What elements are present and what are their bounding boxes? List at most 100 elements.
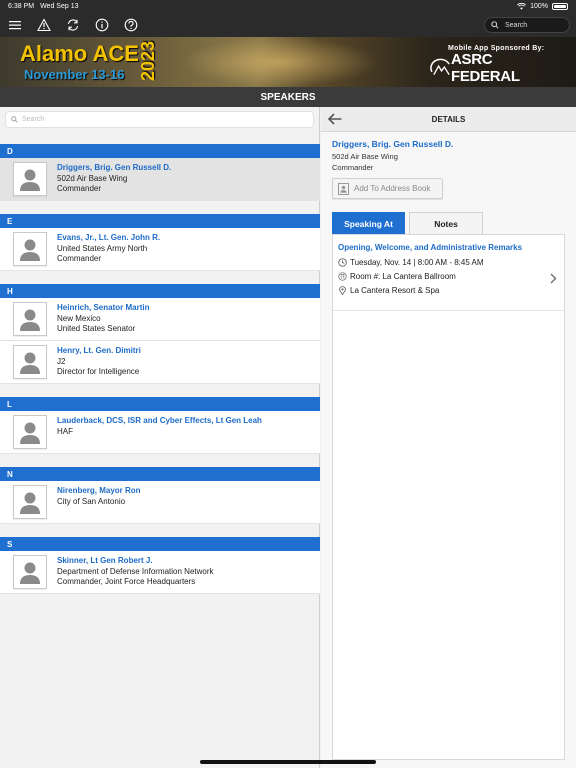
battery-percent: 100% bbox=[530, 3, 548, 10]
person-placeholder-icon bbox=[20, 169, 40, 191]
speaker-name: Heinrich, Senator Martin bbox=[57, 303, 150, 312]
global-search-placeholder: Search bbox=[505, 21, 528, 29]
avatar bbox=[13, 485, 47, 519]
person-placeholder-icon bbox=[20, 492, 40, 514]
status-bar: 6:38 PM Wed Sep 13 100% bbox=[0, 0, 576, 13]
back-arrow-icon[interactable] bbox=[327, 112, 343, 126]
speaker-row[interactable]: Henry, Lt. Gen. Dimitri J2 Director for … bbox=[0, 341, 320, 384]
details-panel: DETAILS Driggers, Brig. Gen Russell D. 5… bbox=[321, 107, 576, 768]
speaker-title: Commander bbox=[57, 254, 102, 263]
menu-button[interactable] bbox=[6, 16, 24, 34]
speaker-name: Henry, Lt. Gen. Dimitri bbox=[57, 346, 141, 355]
speaker-row[interactable]: Heinrich, Senator Martin New Mexico Unit… bbox=[0, 298, 320, 341]
speaker-search-input[interactable]: Search bbox=[5, 111, 314, 128]
avatar bbox=[13, 555, 47, 589]
alerts-button[interactable] bbox=[35, 16, 53, 34]
speaker-row[interactable]: Nirenberg, Mayor Ron City of San Antonio bbox=[0, 481, 320, 524]
session-time: Tuesday, Nov. 14 | 8:00 AM - 8:45 AM bbox=[350, 257, 484, 267]
section-letter-e: E bbox=[0, 214, 320, 228]
app-root: 6:38 PM Wed Sep 13 100% Search Alamo ACE… bbox=[0, 0, 576, 768]
speaker-title: Director for Intelligence bbox=[57, 367, 140, 376]
warning-icon bbox=[37, 18, 51, 32]
person-placeholder-icon bbox=[20, 309, 40, 331]
speaker-org: 502d Air Base Wing bbox=[57, 173, 128, 183]
search-icon bbox=[491, 21, 499, 29]
speaker-org: New Mexico bbox=[57, 313, 101, 323]
speaker-name: Nirenberg, Mayor Ron bbox=[57, 486, 141, 495]
speaker-org: Department of Defense Information Networ… bbox=[57, 566, 214, 576]
avatar bbox=[13, 162, 47, 196]
avatar bbox=[13, 232, 47, 266]
speaker-org: City of San Antonio bbox=[57, 496, 126, 506]
speaker-row[interactable]: Evans, Jr., Lt. Gen. John R. United Stat… bbox=[0, 228, 320, 271]
global-search-input[interactable]: Search bbox=[484, 17, 570, 33]
speaker-name: Driggers, Brig. Gen Russell D. bbox=[57, 163, 172, 172]
section-letter-h: H bbox=[0, 284, 320, 298]
sessions-list: Opening, Welcome, and Administrative Rem… bbox=[332, 234, 565, 760]
session-title: Opening, Welcome, and Administrative Rem… bbox=[338, 243, 523, 252]
list-search-area: Search bbox=[0, 107, 319, 133]
session-row[interactable]: Opening, Welcome, and Administrative Rem… bbox=[333, 235, 564, 311]
speaker-name: Evans, Jr., Lt. Gen. John R. bbox=[57, 233, 161, 242]
avatar bbox=[13, 302, 47, 336]
details-title: DETAILS bbox=[431, 114, 466, 124]
person-placeholder-icon bbox=[20, 562, 40, 584]
location-pin-icon bbox=[339, 285, 346, 295]
banner-dates: November 13-16 bbox=[24, 67, 125, 82]
speaker-row[interactable]: Skinner, Lt Gen Robert J. Department of … bbox=[0, 551, 320, 594]
details-tabs: Speaking At Notes bbox=[332, 212, 483, 234]
wifi-icon bbox=[517, 3, 527, 10]
hamburger-icon bbox=[9, 21, 21, 30]
section-letter-l: L bbox=[0, 397, 320, 411]
detail-speaker-role: Commander bbox=[332, 163, 374, 172]
status-date: Wed Sep 13 bbox=[40, 3, 79, 10]
speakers-list: D Driggers, Brig. Gen Russell D. 502d Ai… bbox=[0, 144, 320, 594]
tab-speaking-at[interactable]: Speaking At bbox=[332, 212, 405, 234]
sync-button[interactable] bbox=[64, 16, 82, 34]
asrc-logo-icon bbox=[430, 58, 450, 76]
search-icon bbox=[11, 116, 18, 123]
session-room: Room #: La Cantera Ballroom bbox=[350, 271, 456, 281]
speaker-row[interactable]: Lauderback, DCS, ISR and Cyber Effects, … bbox=[0, 411, 320, 454]
person-placeholder-icon bbox=[20, 239, 40, 261]
speaker-title: United States Senator bbox=[57, 324, 136, 333]
sync-icon bbox=[67, 19, 79, 31]
sponsor-name: ASRC FEDERAL bbox=[450, 51, 520, 85]
sponsor-logo: ASRC FEDERAL bbox=[430, 51, 560, 85]
section-letter-d: D bbox=[0, 144, 320, 158]
status-time: 6:38 PM bbox=[8, 3, 35, 10]
speaker-name: Lauderback, DCS, ISR and Cyber Effects, … bbox=[57, 416, 262, 425]
banner-year: 2023 bbox=[138, 40, 158, 81]
clock-icon bbox=[338, 257, 347, 267]
person-placeholder-icon bbox=[20, 352, 40, 374]
speaker-search-placeholder: Search bbox=[22, 116, 45, 123]
room-icon bbox=[338, 271, 347, 281]
section-letter-s: S bbox=[0, 537, 320, 551]
speaker-title: Commander, Joint Force Headquarters bbox=[57, 577, 196, 586]
speaker-title: Commander bbox=[57, 184, 102, 193]
info-button[interactable] bbox=[93, 16, 111, 34]
person-placeholder-icon bbox=[20, 422, 40, 444]
page-title: SPEAKERS bbox=[0, 87, 576, 107]
top-toolbar: Search bbox=[0, 13, 576, 37]
help-icon bbox=[124, 18, 138, 32]
detail-speaker-org: 502d Air Base Wing bbox=[332, 152, 398, 161]
speaker-org: J2 bbox=[57, 356, 66, 366]
home-indicator bbox=[200, 760, 376, 764]
speaker-row[interactable]: Driggers, Brig. Gen Russell D. 502d Air … bbox=[0, 158, 320, 201]
session-location: La Cantera Resort & Spa bbox=[350, 285, 440, 295]
banner-title: Alamo ACE bbox=[20, 41, 139, 66]
add-to-address-book-label: Add To Address Book bbox=[354, 184, 431, 193]
speaker-name: Skinner, Lt Gen Robert J. bbox=[57, 556, 153, 565]
chevron-right-icon bbox=[550, 273, 557, 284]
tab-notes[interactable]: Notes bbox=[409, 212, 483, 234]
info-icon bbox=[95, 18, 109, 32]
avatar bbox=[13, 345, 47, 379]
add-to-address-book-button[interactable]: Add To Address Book bbox=[332, 178, 443, 199]
speaker-org: United States Army North bbox=[57, 243, 148, 253]
help-button[interactable] bbox=[122, 16, 140, 34]
details-header: DETAILS bbox=[321, 107, 576, 132]
battery-icon bbox=[552, 3, 568, 10]
speaker-org: HAF bbox=[57, 426, 73, 436]
avatar bbox=[13, 415, 47, 449]
